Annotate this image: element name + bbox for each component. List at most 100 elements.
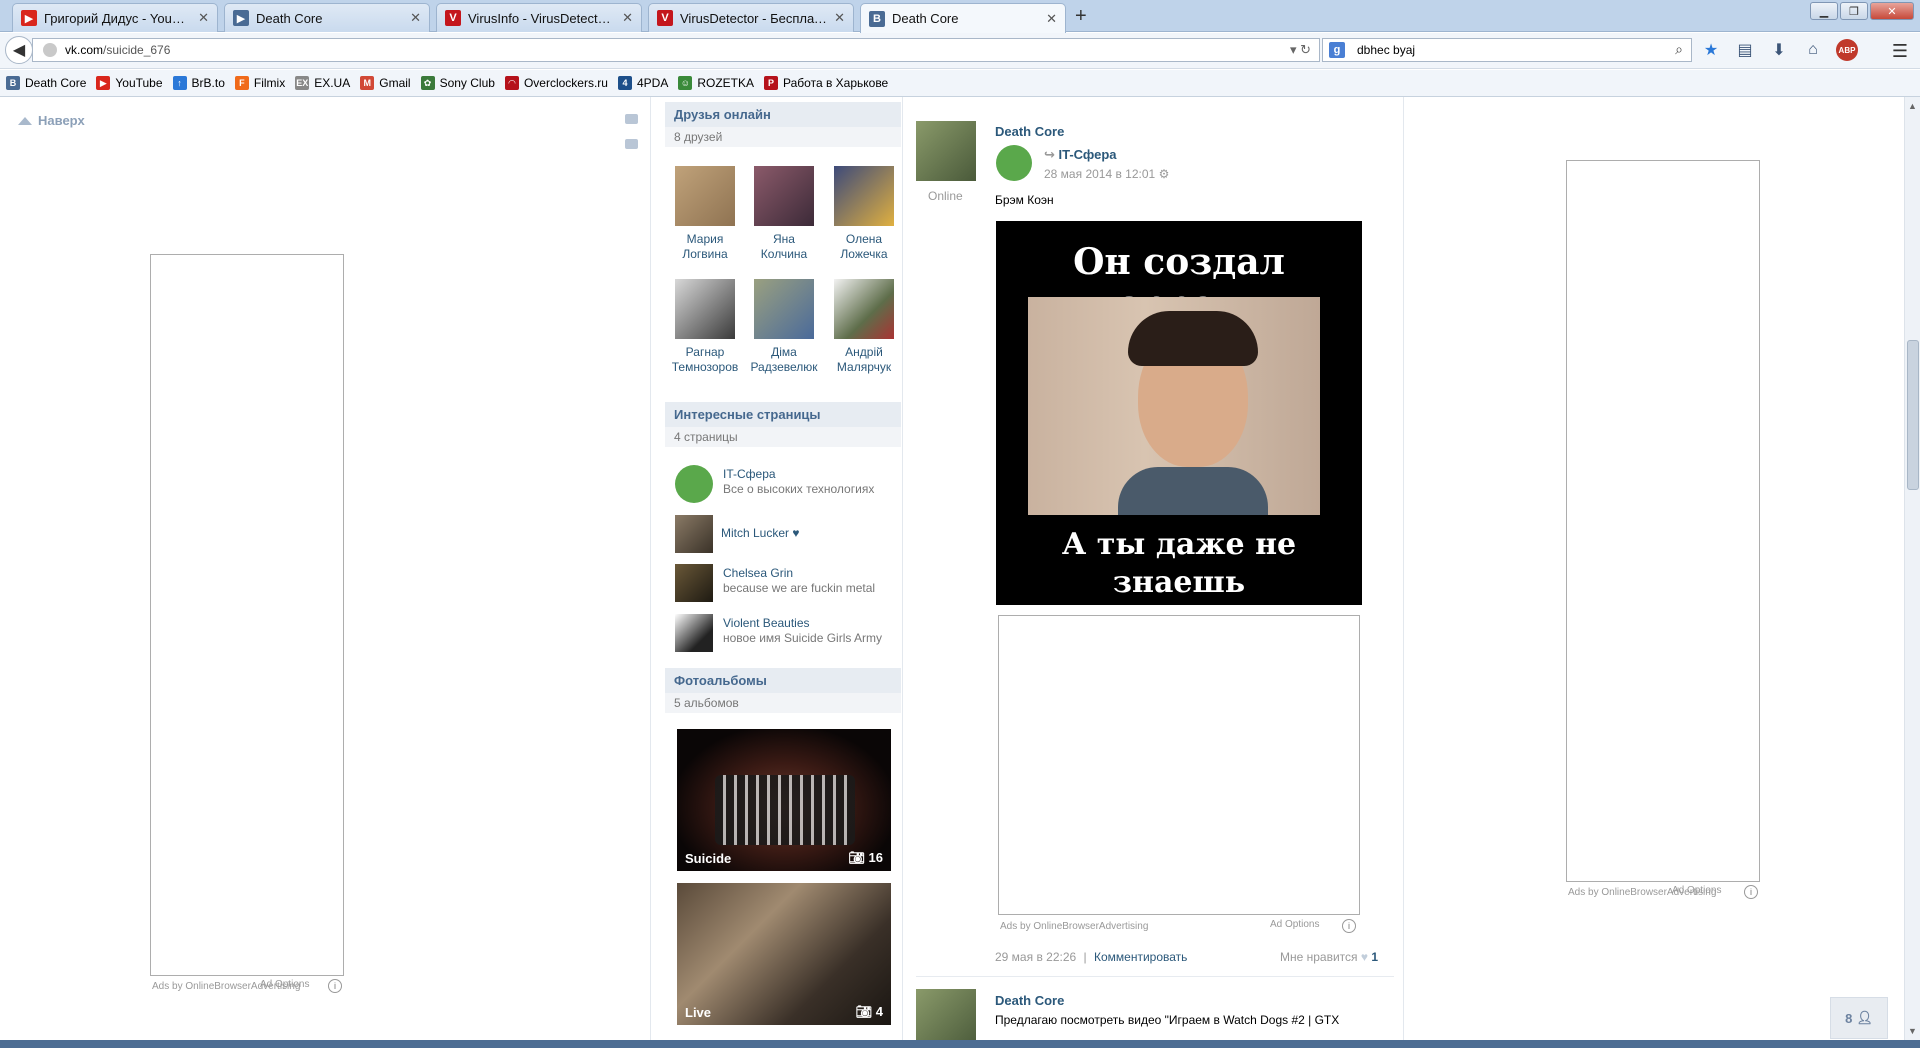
close-window-button[interactable]: ✕ bbox=[1870, 2, 1914, 20]
bookmark-death-core[interactable]: B Death Core bbox=[6, 76, 86, 90]
page-avatar[interactable] bbox=[675, 515, 713, 553]
tab-virusinfo[interactable]: V VirusInfo - VirusDetector - ... ✕ bbox=[436, 3, 642, 32]
bookmark-overclockers[interactable]: ◠ Overclockers.ru bbox=[504, 76, 608, 90]
scrollbar-thumb[interactable] bbox=[1907, 340, 1919, 490]
repost-avatar[interactable] bbox=[996, 145, 1032, 181]
avatar[interactable] bbox=[754, 279, 814, 339]
ad-options-link[interactable]: Ad Options bbox=[1270, 919, 1319, 930]
home-icon[interactable]: ⌂ bbox=[1802, 39, 1824, 61]
ad-banner-left[interactable] bbox=[150, 254, 344, 976]
friend-name[interactable]: Яна Колчина bbox=[744, 232, 824, 262]
back-to-top-link[interactable]: Наверх bbox=[18, 113, 85, 128]
message-icon[interactable] bbox=[625, 114, 638, 124]
close-icon[interactable]: ✕ bbox=[622, 10, 633, 26]
ad-options-link[interactable]: Ad Options bbox=[260, 979, 309, 990]
gear-icon[interactable]: ⚙ bbox=[1159, 167, 1170, 181]
maximize-button[interactable]: ❐ bbox=[1840, 2, 1868, 20]
album-suicide[interactable]: Suicide 📷︎ 16 bbox=[677, 729, 891, 871]
tab-youtube[interactable]: ▶ Григорий Дидус - YouTube ✕ bbox=[12, 3, 218, 32]
address-bar[interactable]: vk.com/suicide_676 ▾ ↻ bbox=[32, 38, 1320, 62]
site-identity-icon[interactable] bbox=[43, 43, 57, 57]
reload-icon[interactable]: ▾ ↻ bbox=[1290, 42, 1311, 58]
interesting-pages-header[interactable]: Интересные страницы bbox=[665, 402, 901, 427]
friend-name[interactable]: Рагнар Темнозоров bbox=[665, 345, 745, 375]
page-avatar[interactable] bbox=[675, 564, 713, 602]
bookmark-sony-club[interactable]: ✿ Sony Club bbox=[420, 76, 495, 90]
bookmark-star-icon[interactable]: ★ bbox=[1700, 39, 1722, 61]
post-author[interactable]: Death Core bbox=[995, 124, 1064, 139]
comment-link[interactable]: Комментировать bbox=[1094, 950, 1187, 964]
album-live[interactable]: Live 📷︎ 4 bbox=[677, 883, 891, 1025]
downloads-icon[interactable]: ⬇ bbox=[1768, 39, 1790, 61]
close-icon[interactable]: ✕ bbox=[834, 10, 845, 26]
tab-virusdetector[interactable]: V VirusDetector - Бесплатны... ✕ bbox=[648, 3, 854, 32]
bookmark-filmix[interactable]: F Filmix bbox=[234, 76, 285, 90]
close-icon[interactable]: ✕ bbox=[198, 10, 209, 26]
scroll-up-icon[interactable]: ▲ bbox=[1908, 101, 1917, 111]
friends-online-header[interactable]: Друзья онлайн bbox=[665, 102, 901, 127]
friends-counter-button[interactable]: 8 👤︎ bbox=[1830, 997, 1888, 1039]
google-icon[interactable]: g bbox=[1329, 42, 1345, 58]
close-icon[interactable]: ✕ bbox=[1046, 11, 1057, 27]
minimize-button[interactable]: ▁ bbox=[1810, 2, 1838, 20]
friend-item[interactable]: Діма Радзевелюк bbox=[744, 279, 824, 375]
friend-name[interactable]: Олена Ложечка bbox=[824, 232, 904, 262]
adblock-icon[interactable]: ABP bbox=[1836, 39, 1858, 61]
friend-item[interactable]: Мария Логвина bbox=[665, 166, 745, 262]
avatar[interactable] bbox=[834, 166, 894, 226]
friend-name[interactable]: Мария Логвина bbox=[665, 232, 745, 262]
search-input[interactable]: dbhec byaj bbox=[1357, 43, 1415, 57]
page-avatar[interactable] bbox=[675, 614, 713, 652]
bookmark-rabota[interactable]: P Работа в Харькове bbox=[764, 76, 888, 90]
ad-banner-right[interactable] bbox=[1566, 160, 1760, 882]
friend-name[interactable]: Діма Радзевелюк bbox=[744, 345, 824, 375]
search-bar[interactable]: g dbhec byaj ⌕ bbox=[1322, 38, 1692, 62]
search-icon[interactable]: ⌕ bbox=[1675, 41, 1683, 58]
bookmark-exua[interactable]: EX EX.UA bbox=[295, 76, 350, 90]
friend-item[interactable]: Олена Ложечка bbox=[824, 166, 904, 262]
post-image[interactable]: Он создал торрент А ты даже не знаешьего… bbox=[996, 221, 1362, 638]
info-icon[interactable]: i bbox=[1744, 885, 1758, 899]
list-item[interactable]: Chelsea Grin because we are fuckin metal bbox=[675, 564, 901, 604]
avatar[interactable] bbox=[675, 166, 735, 226]
friend-item[interactable]: Андрій Малярчук bbox=[824, 279, 904, 375]
friend-name[interactable]: Андрій Малярчук bbox=[824, 345, 904, 375]
bookmark-brb[interactable]: ↑ BrB.to bbox=[172, 76, 225, 90]
photo-albums-header[interactable]: Фотоальбомы bbox=[665, 668, 901, 693]
info-icon[interactable]: i bbox=[1342, 919, 1356, 933]
bookmark-youtube[interactable]: ▶ YouTube bbox=[96, 76, 163, 90]
back-button[interactable]: ◀ bbox=[5, 36, 33, 64]
close-icon[interactable]: ✕ bbox=[410, 10, 421, 26]
new-tab-button[interactable]: + bbox=[1075, 6, 1087, 26]
list-item[interactable]: Violent Beauties новое имя Suicide Girls… bbox=[675, 614, 901, 654]
comment-icon[interactable] bbox=[625, 139, 638, 149]
bookmark-gmail[interactable]: M Gmail bbox=[360, 76, 411, 90]
avatar[interactable] bbox=[916, 121, 976, 181]
avatar[interactable] bbox=[675, 279, 735, 339]
tab-death-core-active[interactable]: B Death Core ✕ bbox=[860, 3, 1066, 33]
info-icon[interactable]: i bbox=[328, 979, 342, 993]
repost-date[interactable]: 28 мая 2014 в 12:01 ⚙ bbox=[1044, 167, 1169, 181]
post-author[interactable]: Death Core bbox=[995, 993, 1064, 1008]
friend-item[interactable]: Яна Колчина bbox=[744, 166, 824, 262]
ad-banner-post[interactable] bbox=[998, 615, 1360, 915]
avatar[interactable] bbox=[754, 166, 814, 226]
bookmark-rozetka[interactable]: ☺ ROZETKA bbox=[678, 76, 754, 90]
menu-icon[interactable]: ☰ bbox=[1892, 41, 1908, 62]
bookmark-4pda[interactable]: 4 4PDA bbox=[617, 76, 668, 90]
friend-item[interactable]: Рагнар Темнозоров bbox=[665, 279, 745, 375]
page-name[interactable]: Violent Beauties bbox=[723, 616, 810, 630]
repost-source[interactable]: ↪ IT-Сфера bbox=[1044, 147, 1117, 163]
page-avatar[interactable] bbox=[675, 465, 713, 503]
page-name[interactable]: Chelsea Grin bbox=[723, 566, 793, 580]
avatar[interactable] bbox=[834, 279, 894, 339]
list-item[interactable]: IT-Сфера Все о высоких технологиях bbox=[675, 465, 901, 505]
page-scrollbar[interactable]: ▲ ▼ bbox=[1904, 97, 1920, 1040]
bookmarks-menu-icon[interactable]: ▤ bbox=[1734, 39, 1756, 61]
tab-death-core[interactable]: ▶ Death Core ✕ bbox=[224, 3, 430, 32]
scroll-down-icon[interactable]: ▼ bbox=[1908, 1026, 1917, 1036]
page-name[interactable]: Mitch Lucker ♥ bbox=[721, 526, 799, 540]
post-date[interactable]: 29 мая в 22:26 bbox=[995, 950, 1076, 964]
page-name[interactable]: IT-Сфера bbox=[723, 467, 776, 481]
like-button[interactable]: Мне нравится ♥ 1 bbox=[1280, 950, 1378, 964]
